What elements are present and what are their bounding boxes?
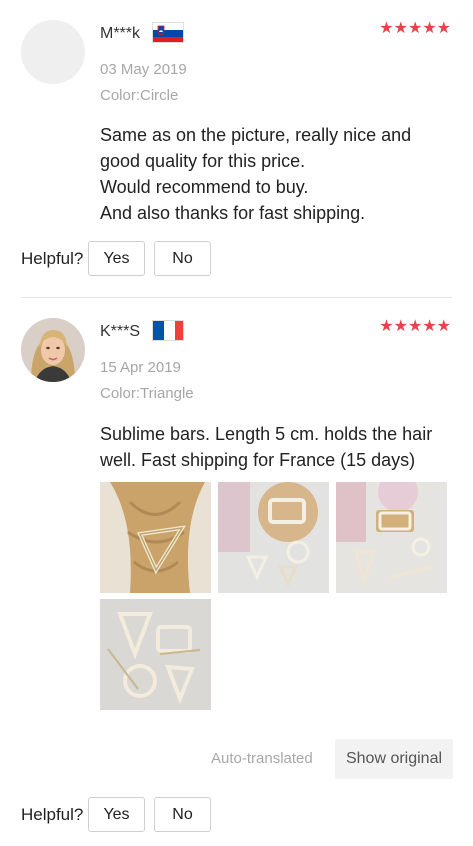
avatar [21, 318, 85, 382]
review-photo-clips-with-candle[interactable] [336, 482, 447, 593]
helpful-label: Helpful? [21, 249, 84, 268]
helpful-bar: Helpful? Yes No [0, 797, 473, 833]
review-text-line: Would recommend to buy. [100, 177, 309, 197]
show-original-button[interactable]: Show original [335, 739, 453, 779]
review-photo-hair-clip[interactable] [100, 482, 211, 593]
rating-stars: ★★★★★ [379, 20, 451, 37]
review-date: 15 Apr 2019 [100, 359, 181, 376]
review-text-line: Sublime bars. Length 5 cm. holds the hai… [100, 424, 433, 444]
auto-translated-label: Auto-translated [211, 750, 313, 767]
rating-stars: ★★★★★ [379, 318, 451, 335]
helpful-no-button[interactable]: No [154, 241, 211, 276]
helpful-yes-button[interactable]: Yes [88, 241, 145, 276]
product-color: Color:Circle [100, 87, 179, 104]
france-flag-icon [152, 320, 184, 341]
slovenia-flag-icon [152, 22, 184, 43]
review-text-line: And also thanks for fast shipping. [100, 203, 366, 223]
helpful-bar: Helpful? Yes No [0, 241, 473, 277]
helpful-yes-button[interactable]: Yes [88, 797, 145, 832]
reviewer-name: M***k [100, 25, 141, 42]
review-date: 03 May 2019 [100, 61, 187, 78]
review-photo-clips-closeup[interactable] [100, 599, 211, 710]
review-text-line: well. Fast shipping for France (15 days) [100, 450, 416, 470]
avatar-placeholder [21, 20, 85, 84]
review-text: Same as on the picture, really nice and … [100, 122, 455, 226]
review-text-line: good quality for this price. [100, 151, 306, 171]
review-photo-clips-on-table[interactable] [218, 482, 329, 593]
product-color: Color:Triangle [100, 385, 194, 402]
reviewer-name: K***S [100, 323, 141, 340]
helpful-label: Helpful? [21, 805, 84, 824]
review-text-line: Same as on the picture, really nice and [100, 125, 412, 145]
helpful-no-button[interactable]: No [154, 797, 211, 832]
review-text: Sublime bars. Length 5 cm. holds the hai… [100, 421, 455, 473]
